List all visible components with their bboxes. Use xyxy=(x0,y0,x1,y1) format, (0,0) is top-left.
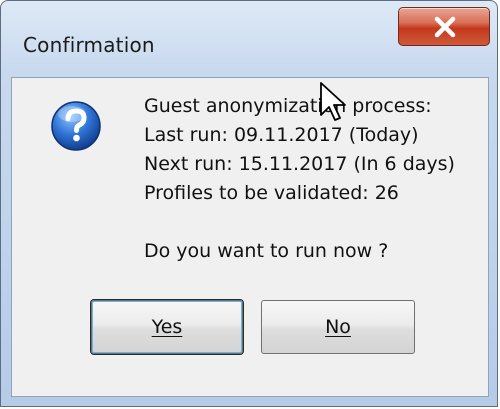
yes-button-label: Yes xyxy=(151,316,183,338)
window-title: Confirmation xyxy=(23,33,155,57)
no-button-label: No xyxy=(325,316,351,338)
mouse-cursor-icon xyxy=(320,82,346,121)
dialog-content: Guest anonymization process: Last run: 0… xyxy=(11,77,489,397)
message-line: Profiles to be validated: 26 xyxy=(144,182,399,204)
confirmation-dialog: Confirmation Guest anonymization process… xyxy=(0,0,498,407)
message-text: Guest anonymization process: Last run: 0… xyxy=(144,92,455,266)
message-line: Last run: 09.11.2017 (Today) xyxy=(144,124,419,146)
title-bar[interactable]: Confirmation xyxy=(1,1,497,71)
message-line: Guest anonymization process: xyxy=(144,95,432,117)
close-button[interactable] xyxy=(398,7,490,46)
message-line: Next run: 15.11.2017 (In 6 days) xyxy=(144,153,455,175)
question-icon xyxy=(51,101,101,151)
close-icon xyxy=(434,16,456,38)
no-button[interactable]: No xyxy=(261,300,415,354)
yes-button[interactable]: Yes xyxy=(90,299,244,355)
message-question: Do you want to run now ? xyxy=(144,240,389,262)
